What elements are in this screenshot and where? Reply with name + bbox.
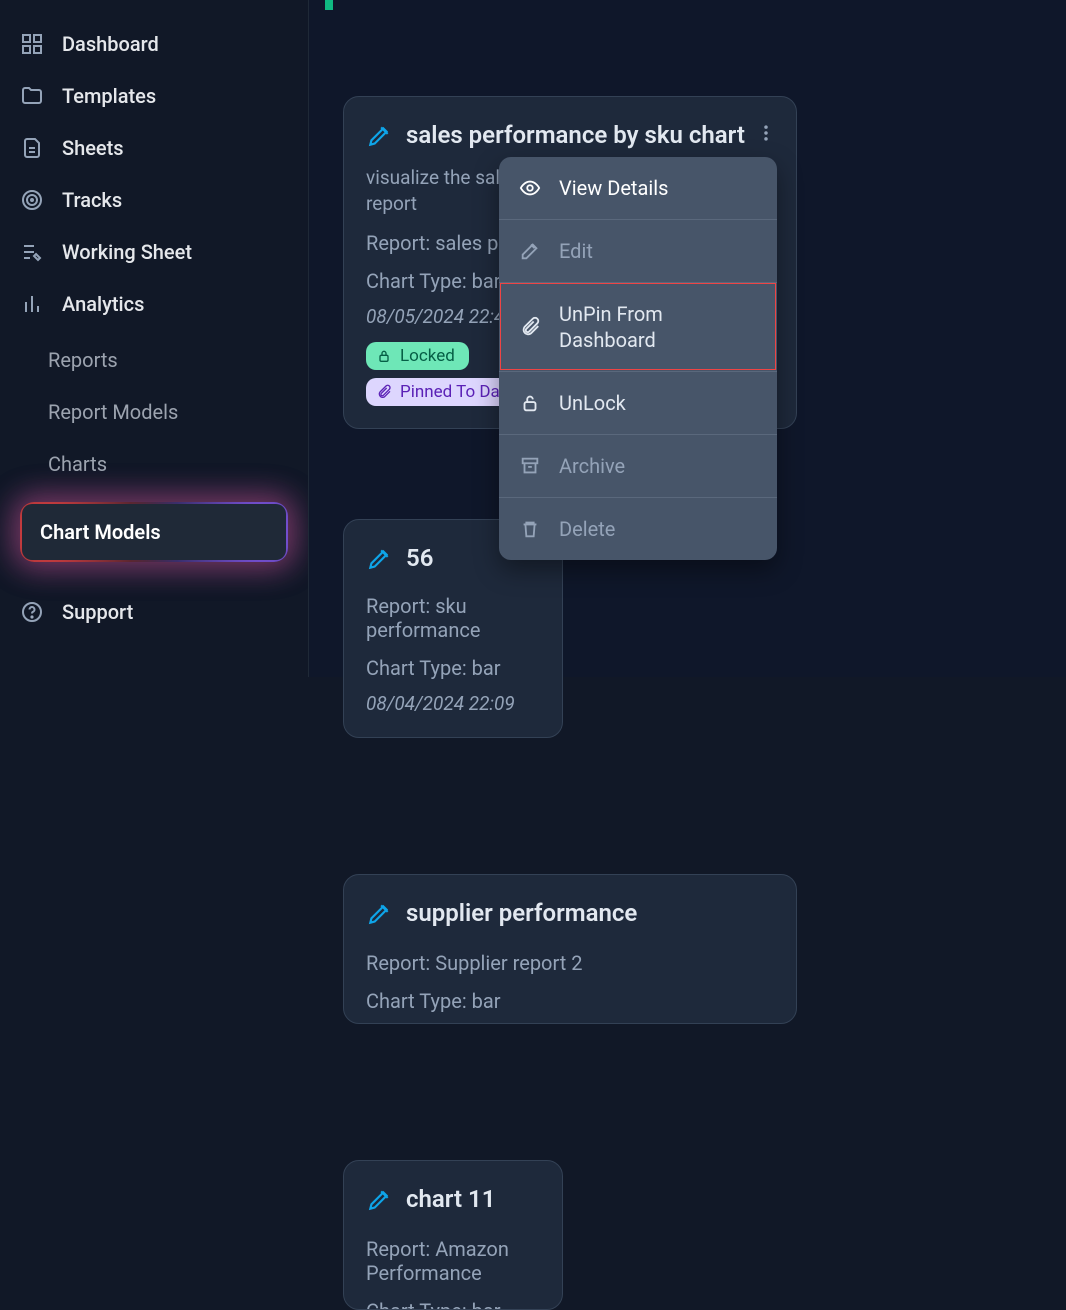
pen-ruler-icon	[366, 901, 392, 927]
card-report: Report: Amazon Performance	[366, 1237, 540, 1285]
lock-icon	[376, 348, 392, 364]
attach-icon	[376, 384, 392, 400]
dashboard-icon	[20, 32, 44, 56]
nav-label: Analytics	[62, 292, 144, 316]
eye-icon	[519, 177, 541, 199]
sidebar: Dashboard Templates Sheets Tracks Workin…	[0, 0, 308, 677]
menu-view-details[interactable]: View Details	[499, 157, 777, 219]
file-icon	[20, 136, 44, 160]
nav-label: Sheets	[62, 136, 124, 160]
main-panel: sales performance by sku chart visualize…	[308, 0, 1066, 677]
sub-reports[interactable]: Reports	[20, 334, 288, 386]
card-report: Report: Supplier report 2	[366, 951, 774, 975]
attach-icon	[519, 316, 541, 338]
card-title: supplier performance	[406, 897, 774, 929]
sub-charts[interactable]: Charts	[20, 438, 288, 490]
active-nav-highlight: Chart Models	[20, 502, 288, 562]
pen-ruler-icon	[366, 123, 392, 149]
card-title: chart 11	[406, 1183, 540, 1215]
sub-chart-models[interactable]: Chart Models	[22, 504, 286, 560]
folder-icon	[20, 84, 44, 108]
nav-label: Templates	[62, 84, 156, 108]
cards-grid: sales performance by sku chart visualize…	[343, 96, 1066, 1310]
pen-ruler-icon	[366, 1187, 392, 1213]
chart-model-card: sales performance by sku chart visualize…	[343, 96, 797, 429]
nav-label: Working Sheet	[62, 240, 192, 264]
nav-label: Tracks	[62, 188, 122, 212]
nav-sheets[interactable]: Sheets	[12, 122, 296, 174]
card-menu-button[interactable]	[756, 123, 776, 143]
card-date: 08/04/2024 22:09	[366, 692, 540, 715]
card-title: sales performance by sku chart	[406, 119, 774, 151]
sub-report-models[interactable]: Report Models	[20, 386, 288, 438]
bar-chart-icon	[20, 292, 44, 316]
nav-support[interactable]: Support	[12, 586, 296, 638]
pen-ruler-icon	[366, 546, 392, 572]
edit-icon	[519, 240, 541, 262]
nav-label: Support	[62, 600, 133, 624]
menu-archive[interactable]: Archive	[499, 434, 777, 497]
card-chart-type: Chart Type: bar	[366, 656, 540, 680]
card-context-menu: View Details Edit UnPin From Dashboard U…	[499, 157, 777, 560]
card-chart-type: Chart Type: bar	[366, 989, 774, 1013]
menu-delete[interactable]: Delete	[499, 497, 777, 560]
accent-bar	[325, 0, 333, 10]
nav-analytics[interactable]: Analytics	[12, 278, 296, 330]
edit-list-icon	[20, 240, 44, 264]
locked-badge: Locked	[366, 342, 469, 370]
analytics-subnav: Reports Report Models Charts	[12, 330, 296, 494]
menu-unlock[interactable]: UnLock	[499, 371, 777, 434]
nav-working-sheet[interactable]: Working Sheet	[12, 226, 296, 278]
nav-templates[interactable]: Templates	[12, 70, 296, 122]
nav-dashboard[interactable]: Dashboard	[12, 18, 296, 70]
unlock-icon	[519, 392, 541, 414]
nav-tracks[interactable]: Tracks	[12, 174, 296, 226]
trash-icon	[519, 518, 541, 540]
target-icon	[20, 188, 44, 212]
archive-icon	[519, 455, 541, 477]
card-report: Report: sku performance	[366, 594, 540, 642]
help-icon	[20, 600, 44, 624]
chart-model-card: chart 11 Report: Amazon Performance Char…	[343, 1160, 563, 1310]
menu-edit[interactable]: Edit	[499, 219, 777, 282]
chart-model-card: supplier performance Report: Supplier re…	[343, 874, 797, 1024]
card-chart-type: Chart Type: bar	[366, 1299, 540, 1310]
nav-label: Dashboard	[62, 32, 159, 56]
menu-unpin[interactable]: UnPin From Dashboard	[499, 282, 777, 371]
